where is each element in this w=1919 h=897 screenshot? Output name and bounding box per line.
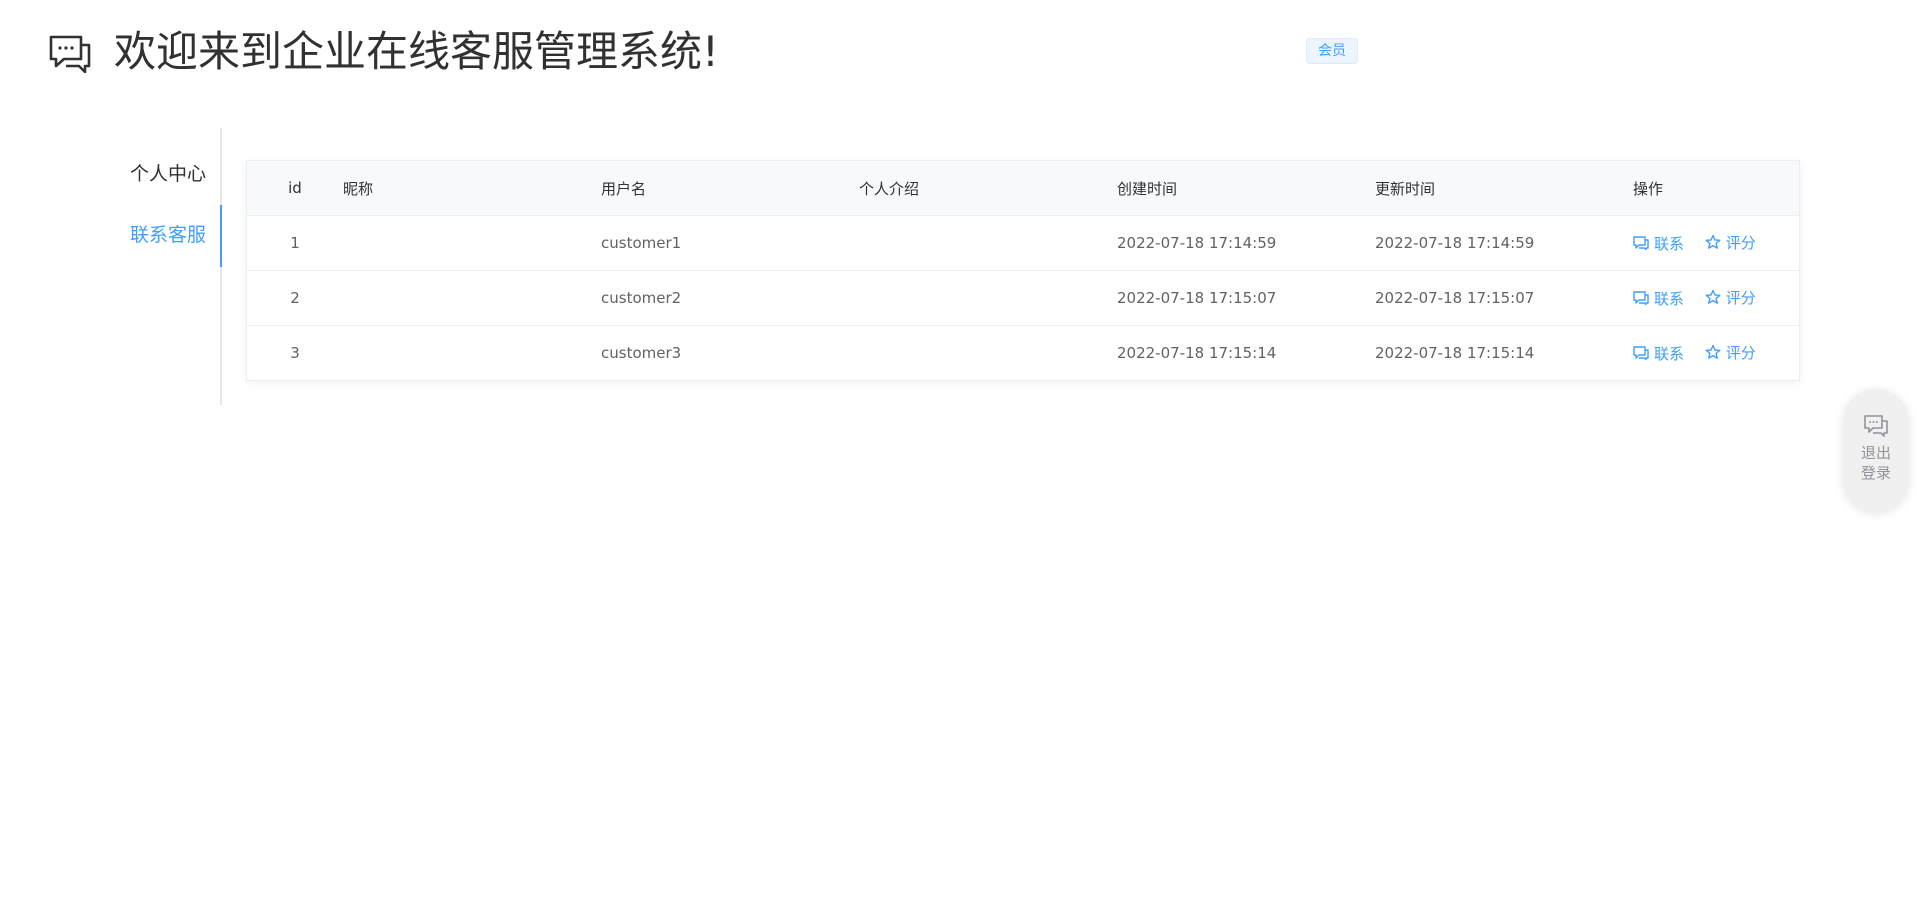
column-header-nickname: 昵称: [343, 161, 601, 216]
chat-icon: [1864, 415, 1888, 437]
cell-created: 2022-07-18 17:15:14: [1117, 344, 1277, 362]
cell-nickname: [343, 270, 601, 326]
role-badge: 会员: [1306, 38, 1358, 64]
cell-username: customer3: [601, 344, 682, 362]
cell-intro: [859, 215, 1117, 271]
cell-updated: 2022-07-18 17:15:14: [1375, 344, 1535, 362]
cell-username: customer2: [601, 270, 859, 326]
page: 欢迎来到企业在线客服管理系统! 会员 个人中心 联系客服 id 昵称 用户名 个…: [0, 0, 1919, 897]
star-icon: [1705, 345, 1721, 360]
table-row: 3 customer3 2022-07-18 17:15:14 2022-07-…: [247, 326, 1799, 381]
contact-label: 联系: [1654, 234, 1685, 253]
column-header-actions: 操作: [1633, 161, 1799, 216]
rate-label: 评分: [1725, 233, 1756, 252]
tab-contact-service[interactable]: 联系客服: [130, 205, 206, 265]
rate-button[interactable]: 评分: [1705, 287, 1756, 308]
table-row: 1 customer1 2022-07-18 17:14:59 2022-07-…: [247, 215, 1799, 271]
rate-button[interactable]: 评分: [1705, 342, 1756, 363]
cell-id: 2: [247, 270, 343, 326]
cell-updated: 2022-07-18 17:14:59: [1375, 215, 1633, 271]
chat-icon: [1633, 346, 1649, 361]
table-row: 2 customer2 2022-07-18 17:15:07 2022-07-…: [247, 270, 1799, 326]
chat-icon: [1633, 236, 1649, 251]
tab-active-indicator: [220, 205, 222, 267]
contact-button[interactable]: 联系: [1633, 233, 1684, 254]
rate-label: 评分: [1725, 288, 1756, 307]
rate-button[interactable]: 评分: [1705, 232, 1756, 253]
cell-nickname: [343, 326, 601, 381]
cell-nickname: [343, 215, 601, 271]
tab-personal-center[interactable]: 个人中心: [130, 144, 206, 204]
rate-label: 评分: [1725, 343, 1756, 362]
contact-button[interactable]: 联系: [1633, 288, 1684, 309]
cell-actions: 联系 评分: [1633, 326, 1799, 381]
cell-actions: 联系 评分: [1633, 270, 1799, 326]
table-header-row: id 昵称 用户名 个人介绍 创建时间 更新时间 操作: [247, 161, 1799, 216]
cell-intro: [859, 270, 1117, 326]
star-icon: [1705, 235, 1721, 250]
contact-button[interactable]: 联系: [1633, 343, 1684, 364]
column-header-intro: 个人介绍: [859, 161, 1117, 216]
cell-created: 2022-07-18 17:14:59: [1117, 215, 1375, 271]
cell-id: 3: [290, 344, 300, 362]
contact-label: 联系: [1654, 344, 1685, 363]
column-header-created: 创建时间: [1117, 161, 1375, 216]
cell-id: 1: [247, 215, 343, 271]
chat-bubble-icon: [48, 33, 92, 74]
logout-label: 退出登录: [1860, 444, 1891, 482]
chat-icon: [1633, 291, 1649, 306]
logout-float-button[interactable]: 退出登录: [1844, 389, 1908, 511]
cell-actions: 联系 评分: [1633, 215, 1799, 271]
service-table: id 昵称 用户名 个人介绍 创建时间 更新时间 操作 1 customer1 …: [246, 160, 1800, 381]
contact-label: 联系: [1654, 289, 1685, 308]
sidebar-tabs: 个人中心 联系客服: [100, 128, 222, 405]
cell-username: customer1: [601, 215, 859, 271]
cell-created: 2022-07-18 17:15:07: [1117, 270, 1375, 326]
star-icon: [1705, 290, 1721, 305]
page-title: 欢迎来到企业在线客服管理系统!: [114, 27, 719, 76]
cell-updated: 2022-07-18 17:15:07: [1375, 270, 1633, 326]
column-header-username: 用户名: [601, 161, 859, 216]
column-header-id: id: [247, 161, 343, 216]
cell-intro: [859, 326, 1117, 381]
column-header-updated: 更新时间: [1375, 161, 1633, 216]
